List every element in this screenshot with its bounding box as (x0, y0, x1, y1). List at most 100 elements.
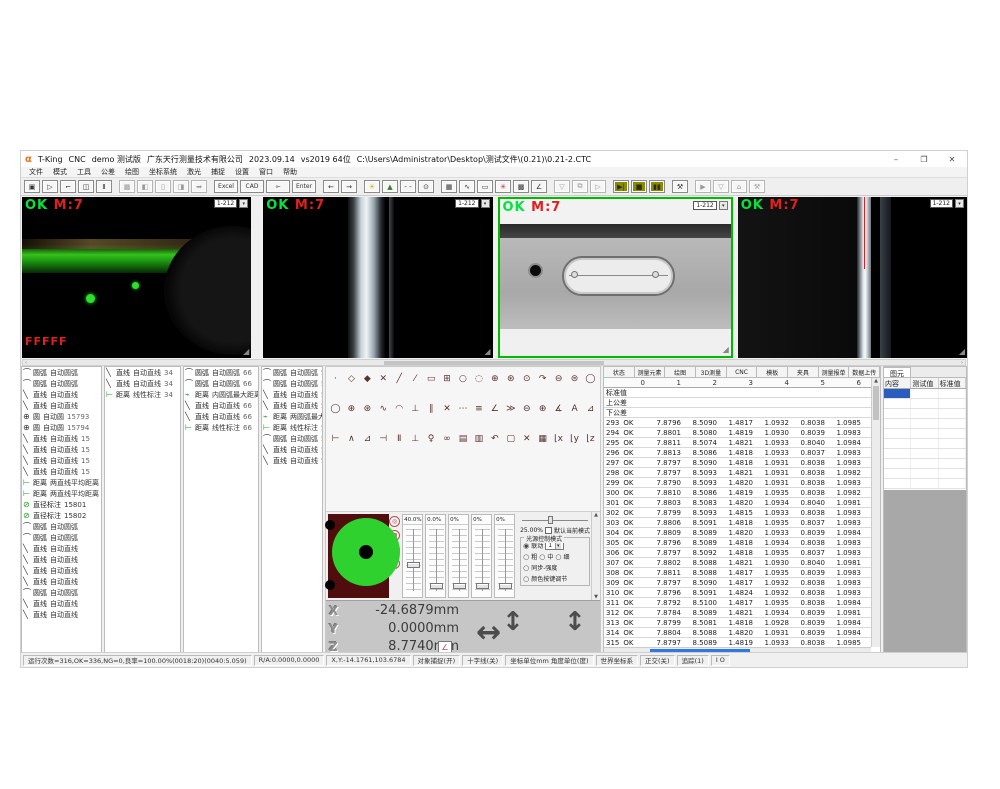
palette-tool-icon[interactable]: ↷ (535, 370, 550, 387)
palette-tool-icon[interactable]: ⊙ (519, 370, 534, 387)
toolbar-button[interactable]: ∿ (459, 180, 475, 193)
close-button[interactable]: ✕ (941, 155, 963, 164)
list-item[interactable]: ⌒圆弧自动圆弧 (22, 521, 101, 532)
palette-tool-icon[interactable]: ⊣ (376, 430, 391, 447)
list-item[interactable]: ⌒圆弧自动圆弧66 (184, 378, 258, 389)
list-item[interactable]: ╲直线自动直线55 (262, 455, 322, 466)
rp-row[interactable] (884, 399, 966, 409)
toolbar-button[interactable]: ▮▮ (649, 180, 665, 193)
palette-tool-icon[interactable]: ⁄ (408, 370, 423, 387)
list-item[interactable]: ⊕圆自动圆15794 (22, 422, 101, 433)
list-item[interactable]: ⌒圆弧自动圆弧 (22, 532, 101, 543)
table-tab-CNC[interactable]: CNC (727, 367, 758, 377)
toolbar-button[interactable]: ▶| (613, 180, 629, 193)
list-item[interactable]: ⊢距离线性标注66 (184, 422, 258, 433)
table-row[interactable]: 313OK7.87998.50811.48181.09280.80391.098… (604, 618, 871, 628)
toolbar-button[interactable]: ▯ (155, 180, 171, 193)
camera-channel-dropdown[interactable]: ▾ (955, 199, 964, 208)
camera-view-1[interactable]: OK M:7 1-212 ▾ FFFFF ◢ (22, 197, 251, 358)
camera-view-2[interactable]: OK M:7 1-212 ▾ ◢ (263, 197, 492, 358)
toolbar-button[interactable]: ▷ (42, 180, 58, 193)
radio-中[interactable]: ○ (539, 553, 545, 561)
list-item[interactable]: ⊢距离线性标注34 (105, 389, 180, 400)
table-row[interactable]: 309OK7.87978.50901.48171.09320.80381.098… (604, 578, 871, 588)
camera-row-scrollbar[interactable]: ‹› (22, 359, 966, 366)
ring-light-indicator[interactable] (328, 514, 389, 598)
palette-tool-icon[interactable]: ⌊y (567, 430, 582, 447)
menu-激光[interactable]: 激光 (187, 167, 201, 177)
xy-jog-pad[interactable]: ↔↕ (476, 613, 551, 653)
palette-tool-icon[interactable]: ≡ (471, 400, 486, 417)
table-row[interactable]: 305OK7.87968.50891.48181.09340.80381.098… (604, 538, 871, 548)
list-item[interactable]: ⊢距离两直线平均距离 (22, 488, 101, 499)
palette-tool-icon[interactable]: ◇ (344, 370, 359, 387)
palette-tool-icon[interactable]: ╱ (392, 370, 407, 387)
table-row[interactable]: 302OK7.87998.50931.48151.09330.80381.098… (604, 508, 871, 518)
table-tab-测量元素[interactable]: 测量元素 (635, 367, 666, 377)
palette-tool-icon[interactable]: ⋯ (456, 400, 471, 417)
toolbar-button[interactable]: ✳ (495, 180, 511, 193)
toolbar-button[interactable]: CAD (240, 180, 264, 193)
rp-row[interactable] (884, 389, 966, 399)
palette-tool-icon[interactable]: ∞ (440, 430, 455, 447)
list-item[interactable]: ╲直线自动直线 (22, 609, 101, 620)
toolbar-button[interactable]: ⚒ (672, 180, 688, 193)
palette-tool-icon[interactable]: ∥ (424, 400, 439, 417)
table-row[interactable]: 300OK7.88108.50861.48191.09350.80381.098… (604, 488, 871, 498)
menu-模式[interactable]: 模式 (53, 167, 67, 177)
toolbar-button[interactable]: ■ (631, 180, 647, 193)
list-item[interactable]: ⌒圆弧自动圆弧 (22, 587, 101, 598)
menu-绘图[interactable]: 绘图 (125, 167, 139, 177)
list-item[interactable]: ╲直线自动直线15 (22, 444, 101, 455)
list-item[interactable]: ⊘直径标注15801 (22, 499, 101, 510)
toolbar-button[interactable]: ▣ (24, 180, 40, 193)
table-row[interactable]: 308OK7.88118.50881.48171.09350.80391.098… (604, 568, 871, 578)
list-item[interactable]: ⌒圆弧自动圆弧55 (262, 367, 322, 378)
list-item[interactable]: ╲直线自动直线55 (262, 400, 322, 411)
table-row[interactable]: 314OK7.88048.50881.48201.09310.80391.098… (604, 628, 871, 638)
palette-tool-icon[interactable]: ✕ (519, 430, 534, 447)
palette-tool-icon[interactable]: ◯ (583, 370, 598, 387)
sync-radio[interactable]: ○ (523, 564, 529, 572)
table-row[interactable]: 297OK7.87978.50901.48181.09310.80381.098… (604, 458, 871, 468)
toolbar-button[interactable]: ▲ (382, 180, 398, 193)
palette-tool-icon[interactable]: ▥ (471, 430, 486, 447)
toolbar-button[interactable]: ⟜ (266, 180, 290, 193)
list-item[interactable]: ╲直线自动直线 (22, 565, 101, 576)
list-item[interactable]: ╲直线自动直线66 (184, 400, 258, 411)
toolbar-button[interactable]: Excel (214, 180, 238, 193)
palette-tool-icon[interactable]: ∧ (344, 430, 359, 447)
toolbar-button[interactable]: ☀ (364, 180, 380, 193)
toolbar-button[interactable]: ▶ (695, 180, 711, 193)
camera-channel-dropdown[interactable]: ▾ (719, 201, 728, 210)
toolbar-button[interactable]: ▩ (513, 180, 529, 193)
list-item[interactable]: ⌁距离两圆弧最大距离 (262, 411, 322, 422)
menu-设置[interactable]: 设置 (235, 167, 249, 177)
menu-工具[interactable]: 工具 (77, 167, 91, 177)
toolbar-button[interactable]: ▽ (554, 180, 570, 193)
palette-tool-icon[interactable]: ⊥ (408, 430, 423, 447)
table-row[interactable]: 312OK7.87848.50891.48211.09340.80391.098… (604, 608, 871, 618)
palette-tool-icon[interactable]: ⌊z (583, 430, 598, 447)
toolbar-button[interactable]: Enter (292, 180, 316, 193)
palette-tool-icon[interactable]: ▤ (456, 430, 471, 447)
palette-tool-icon[interactable]: ⊛ (360, 400, 375, 417)
light-slider[interactable]: 0% (494, 514, 515, 598)
toolbar-button[interactable]: ⧉ (572, 180, 588, 193)
slider-thumb[interactable] (453, 583, 466, 589)
toolbar-button[interactable]: → (341, 180, 357, 193)
toolbar-button[interactable]: ∠ (531, 180, 547, 193)
table-row[interactable]: 310OK7.87968.50911.48241.09320.80381.098… (604, 588, 871, 598)
list-item[interactable]: ⊘直径标注15802 (22, 510, 101, 521)
palette-tool-icon[interactable]: ≫ (503, 400, 518, 417)
camera-view-3-selected[interactable]: OK M:7 1-212 ▾ ◢ (498, 197, 733, 358)
menu-捕捉[interactable]: 捕捉 (211, 167, 225, 177)
tab-element[interactable]: 图元 (884, 367, 911, 377)
palette-tool-icon[interactable]: ∡ (551, 400, 566, 417)
list-item[interactable]: ⌒圆弧自动圆弧 (22, 378, 101, 389)
color-key-radio[interactable]: ○ (523, 575, 529, 583)
rp-row[interactable] (884, 439, 966, 449)
maximize-button[interactable]: ❐ (913, 155, 935, 164)
table-tab-数据上传[interactable]: 数据上传 (849, 367, 880, 377)
toolbar-button[interactable]: ◨ (173, 180, 189, 193)
